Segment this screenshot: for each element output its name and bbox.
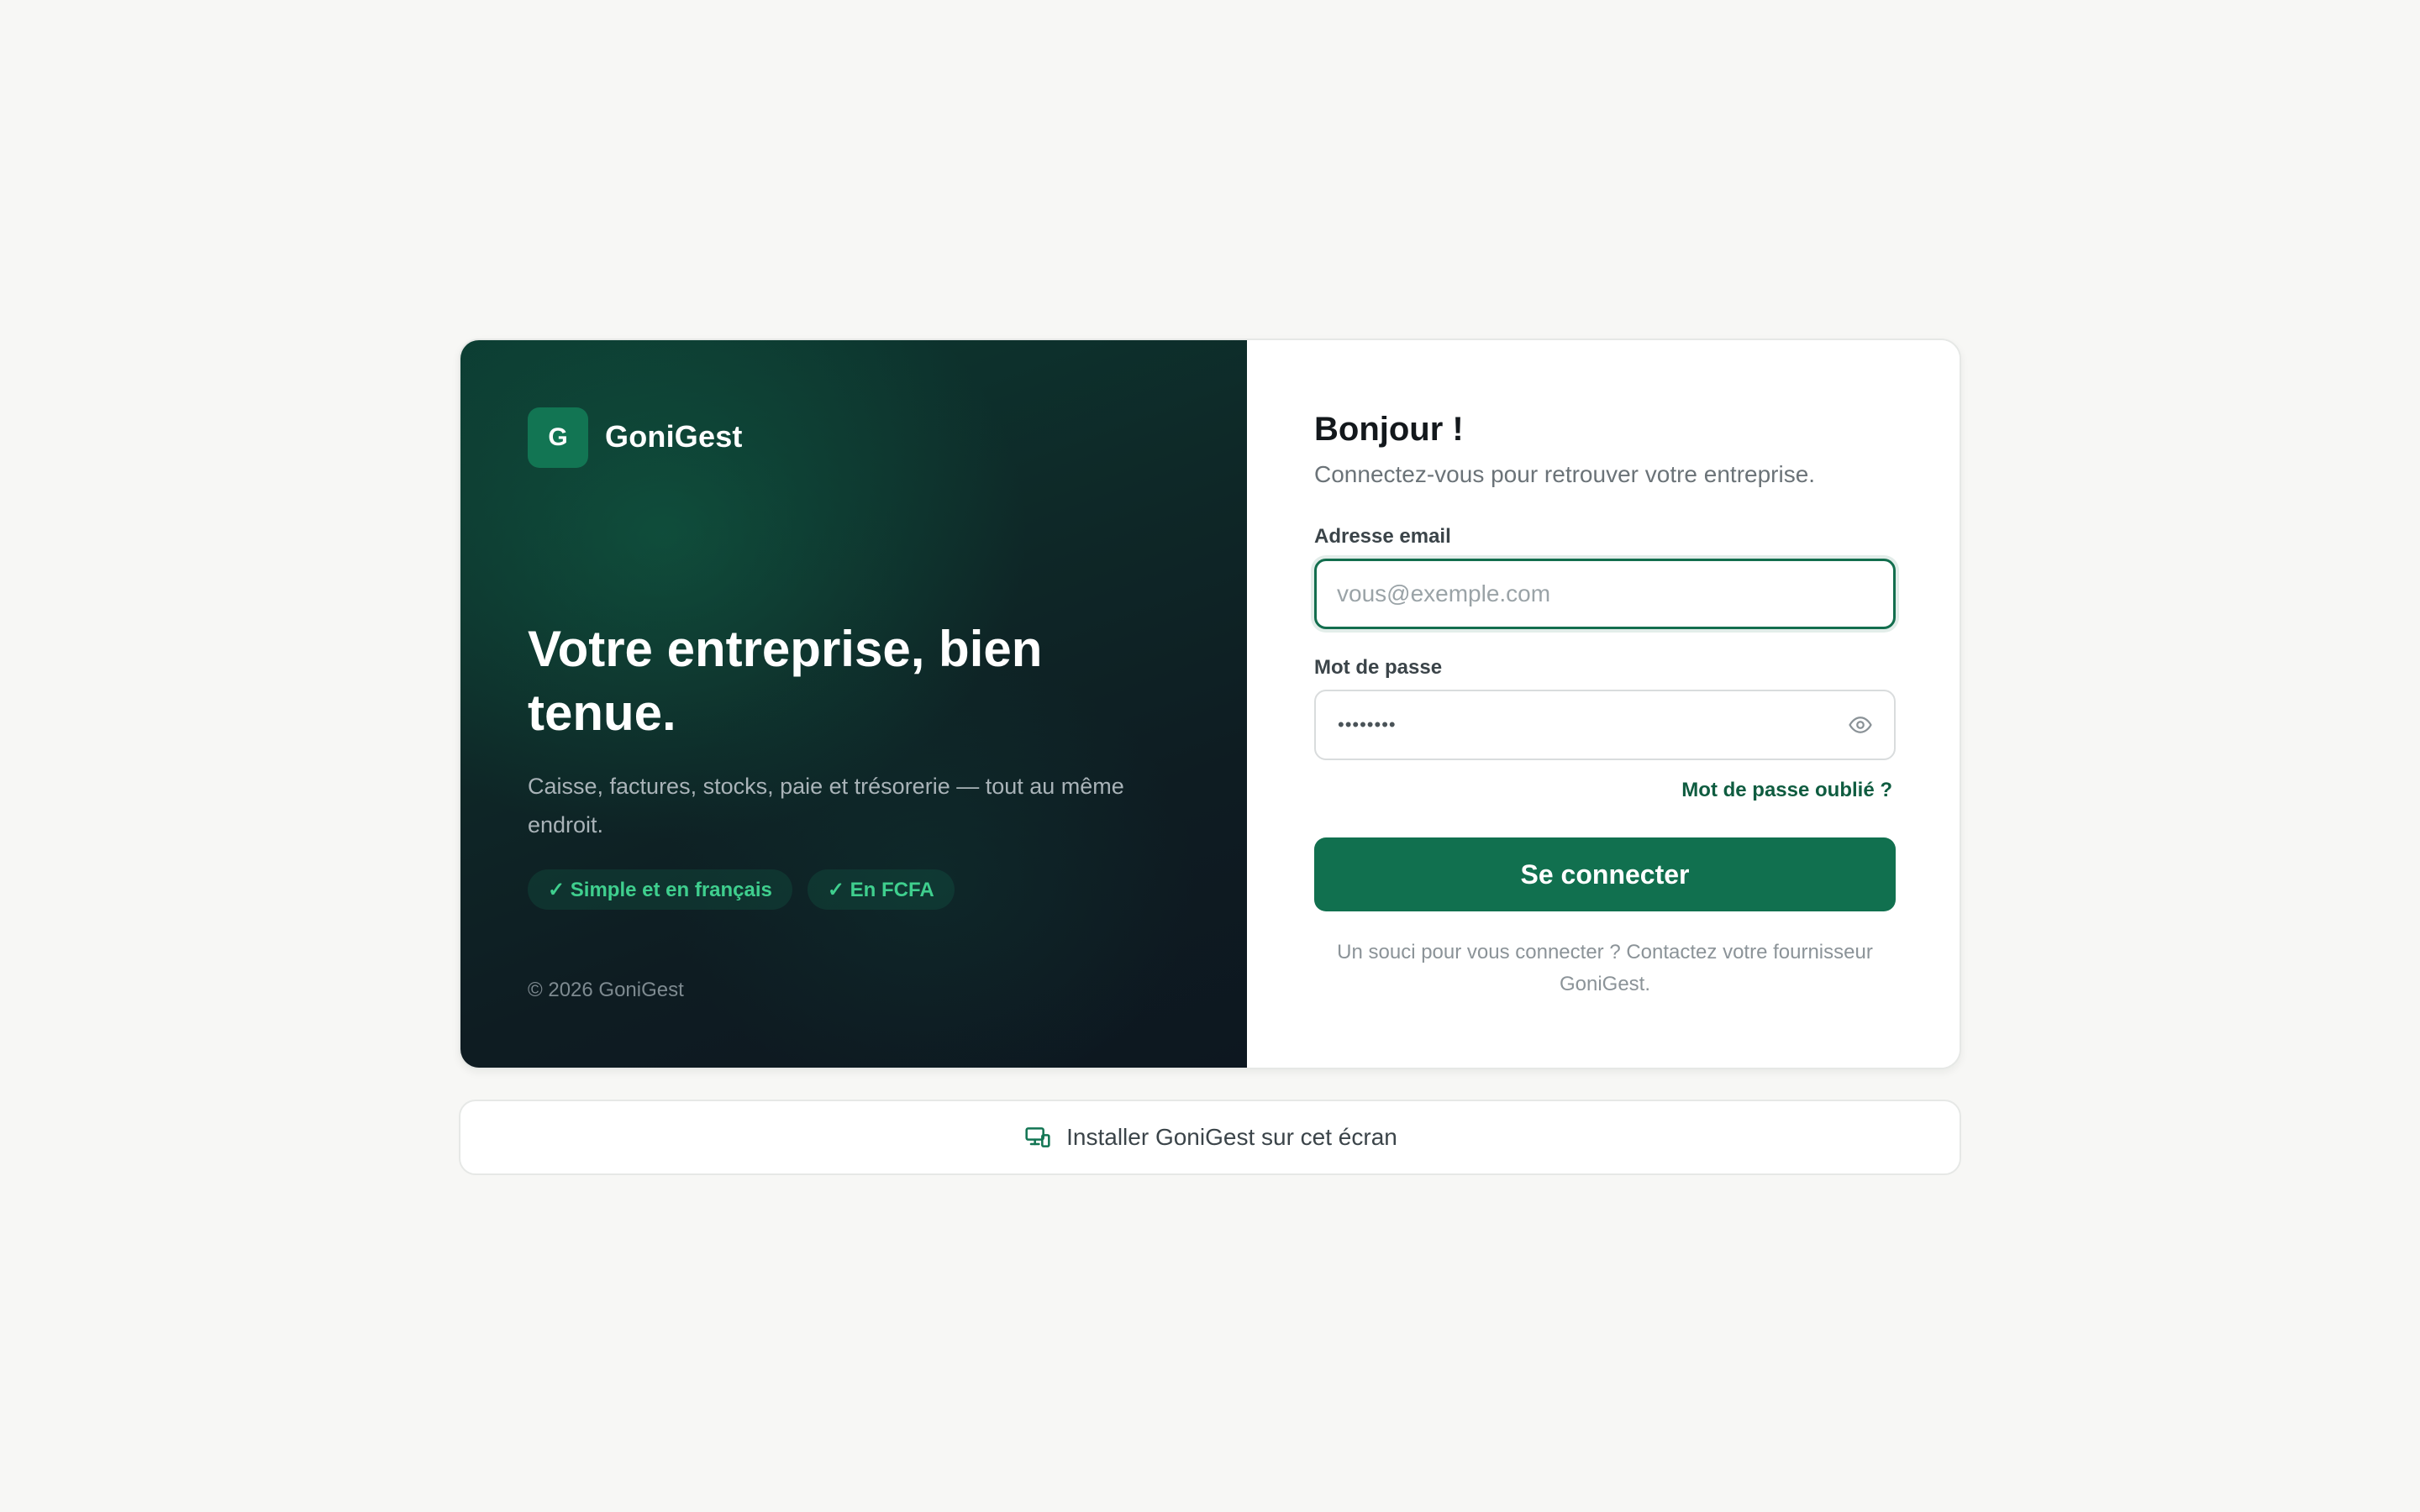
copyright: © 2026 GoniGest	[528, 979, 684, 1001]
email-field-wrapper	[1314, 559, 1896, 629]
login-button[interactable]: Se connecter	[1314, 837, 1896, 911]
login-form-panel: Bonjour ! Connectez-vous pour retrouver …	[1247, 340, 1960, 1068]
help-text: Un souci pour vous connecter ? Contactez…	[1337, 941, 1873, 995]
greeting-title: Bonjour !	[1314, 411, 1464, 448]
password-field[interactable]: ••••••••	[1314, 690, 1896, 760]
devices-icon	[1023, 1122, 1053, 1152]
feature-tag-french: ✓ Simple et en français	[528, 869, 792, 910]
login-card: G GoniGest Votre entreprise, bien tenue.…	[459, 339, 1961, 1069]
feature-tags: ✓ Simple et en français ✓ En FCFA	[528, 869, 955, 910]
logo-badge: G	[528, 407, 588, 468]
feature-tag-fcfa: ✓ En FCFA	[807, 869, 955, 910]
brand-panel: G GoniGest Votre entreprise, bien tenue.…	[460, 340, 1247, 1068]
brand-name: GoniGest	[605, 419, 743, 454]
login-page: G GoniGest Votre entreprise, bien tenue.…	[0, 0, 2420, 1512]
email-label: Adresse email	[1314, 525, 1451, 548]
password-masked-value: ••••••••	[1338, 714, 1397, 735]
forgot-password-link[interactable]: Mot de passe oublié ?	[1681, 779, 1892, 802]
eye-icon	[1849, 717, 1872, 733]
install-label: Installer GoniGest sur cet écran	[1066, 1124, 1397, 1150]
hero-title: Votre entreprise, bien tenue.	[528, 621, 1043, 741]
show-password-button[interactable]	[1835, 700, 1886, 750]
hero-subtitle: Caisse, factures, stocks, paie et trésor…	[528, 774, 1124, 837]
greeting-subtitle: Connectez-vous pour retrouver votre entr…	[1314, 461, 1816, 487]
install-app-button[interactable]: Installer GoniGest sur cet écran	[459, 1100, 1961, 1175]
email-field[interactable]	[1317, 561, 1893, 627]
password-label: Mot de passe	[1314, 656, 1443, 679]
